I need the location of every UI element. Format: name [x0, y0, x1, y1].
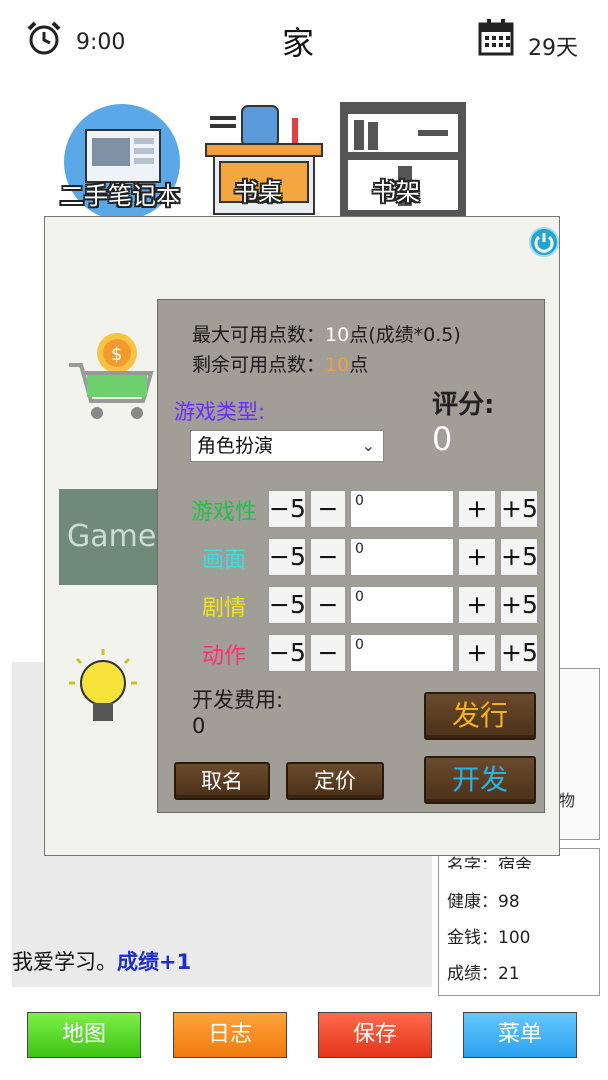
- plus5-button[interactable]: +5: [500, 490, 538, 528]
- attribute-name: 剧情: [201, 596, 246, 621]
- attribute-row-gameplay: 游戏性 −5 − 0 + +5: [158, 490, 546, 528]
- shop-cart-icon[interactable]: $: [65, 329, 157, 425]
- status-bar: 9:00 家 29天: [0, 0, 608, 80]
- plus1-button[interactable]: +: [458, 538, 496, 576]
- calendar-icon: [478, 19, 514, 56]
- stat-money: 金钱：100: [447, 928, 531, 948]
- bookshelf-label: 书架: [372, 178, 420, 206]
- log-text: 我爱学习。: [12, 950, 117, 974]
- desk-label: 书桌: [234, 178, 282, 206]
- minus5-button[interactable]: −5: [268, 586, 306, 624]
- minus5-button[interactable]: −5: [268, 490, 306, 528]
- attribute-name: 游戏性: [190, 500, 257, 525]
- score-label: 评分:: [432, 390, 495, 420]
- plus1-button[interactable]: +: [458, 634, 496, 672]
- attribute-value-input[interactable]: 0: [350, 538, 454, 576]
- publish-label: 发行: [451, 699, 508, 732]
- dev-cost-value: 0: [192, 714, 206, 738]
- power-icon[interactable]: [529, 227, 559, 257]
- max-points-suffix: 点(成绩*0.5): [349, 324, 461, 346]
- svg-text:$: $: [111, 344, 122, 365]
- laptop-item[interactable]: 二手笔记本: [60, 100, 188, 216]
- side-panel: 物: [556, 668, 600, 840]
- dev-panel: 最大可用点数：10点(成绩*0.5) 剩余可用点数：10点 游戏类型: 角色扮演…: [157, 299, 545, 813]
- max-points: 最大可用点数：10点(成绩*0.5): [192, 320, 461, 347]
- minus1-button[interactable]: −: [310, 634, 346, 672]
- menu-button[interactable]: 菜单: [463, 1012, 577, 1058]
- laptop-label: 二手笔记本: [60, 182, 180, 210]
- attribute-row-graphics: 画面 −5 − 0 + +5: [158, 538, 546, 576]
- develop-label: 开发: [451, 763, 508, 796]
- minus1-button[interactable]: −: [310, 490, 346, 528]
- max-points-value: 10: [325, 324, 350, 346]
- game-type-label: 游戏类型:: [174, 400, 266, 424]
- chevron-down-icon: ⌄: [361, 436, 375, 455]
- log-highlight: 成绩+1: [117, 950, 192, 974]
- plus5-button[interactable]: +5: [500, 586, 538, 624]
- set-price-button[interactable]: 定价: [286, 762, 384, 800]
- attribute-value-input[interactable]: 0: [350, 490, 454, 528]
- score-value: 0: [432, 420, 453, 458]
- log-button[interactable]: 日志: [173, 1012, 287, 1058]
- clock-time: 9:00: [76, 30, 126, 55]
- plus1-button[interactable]: +: [458, 490, 496, 528]
- stat-health: 健康：98: [447, 892, 520, 912]
- minus5-button[interactable]: −5: [268, 634, 306, 672]
- attribute-value-input[interactable]: 0: [350, 586, 454, 624]
- name-game-button[interactable]: 取名: [174, 762, 270, 800]
- minus1-button[interactable]: −: [310, 538, 346, 576]
- remaining-points-value: 10: [325, 354, 350, 376]
- game-type-select[interactable]: 角色扮演 ⌄: [190, 430, 384, 462]
- attribute-row-story: 剧情 −5 − 0 + +5: [158, 586, 546, 624]
- max-points-label: 最大可用点数：: [192, 324, 326, 346]
- attribute-value-input[interactable]: 0: [350, 634, 454, 672]
- bookshelf-item[interactable]: 书架: [338, 100, 468, 216]
- log-message: 我爱学习。成绩+1: [12, 946, 191, 976]
- location-title: 家: [282, 24, 315, 62]
- remaining-points: 剩余可用点数：10点: [192, 350, 368, 377]
- attribute-name: 画面: [201, 548, 246, 573]
- player-stats-panel: 名字：宿舍 健康：98 金钱：100 成绩：21: [438, 848, 600, 996]
- game-dev-dialog: $ Game 最大可用点数：10点(成绩*0.5) 剩余可用点数：10点 游戏类…: [44, 216, 560, 856]
- desk-item[interactable]: 书桌: [204, 100, 324, 216]
- publish-button[interactable]: 发行: [424, 692, 536, 740]
- remaining-points-suffix: 点: [349, 354, 369, 376]
- remaining-points-label: 剩余可用点数：: [192, 354, 326, 376]
- minus5-button[interactable]: −5: [268, 538, 306, 576]
- game-tile[interactable]: Game: [59, 489, 159, 585]
- develop-button[interactable]: 开发: [424, 756, 536, 804]
- game-type-value: 角色扮演: [197, 435, 274, 457]
- attribute-row-action: 动作 −5 − 0 + +5: [158, 634, 546, 672]
- attribute-name: 动作: [201, 644, 246, 669]
- day-counter: 29天: [528, 36, 578, 61]
- alarm-clock-icon: [27, 21, 61, 55]
- idea-bulb-icon[interactable]: [63, 647, 143, 739]
- stat-grade: 成绩：21: [447, 964, 520, 984]
- side-panel-text: 物: [559, 791, 576, 810]
- plus1-button[interactable]: +: [458, 586, 496, 624]
- dev-cost-label: 开发费用:: [192, 688, 284, 712]
- map-button[interactable]: 地图: [27, 1012, 141, 1058]
- plus5-button[interactable]: +5: [500, 538, 538, 576]
- minus1-button[interactable]: −: [310, 586, 346, 624]
- plus5-button[interactable]: +5: [500, 634, 538, 672]
- save-button[interactable]: 保存: [318, 1012, 432, 1058]
